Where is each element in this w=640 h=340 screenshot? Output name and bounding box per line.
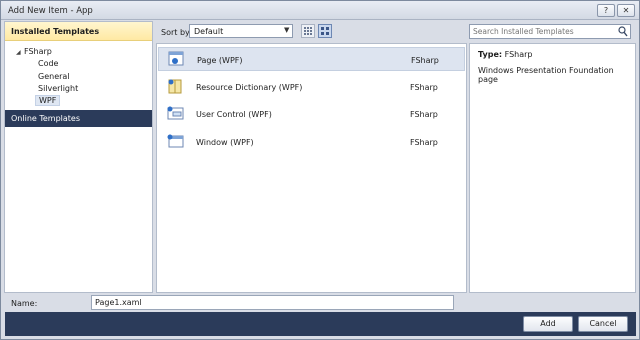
help-button[interactable]: ?: [597, 4, 615, 17]
cancel-button[interactable]: Cancel: [578, 316, 628, 332]
installed-templates-header[interactable]: Installed Templates: [5, 22, 152, 41]
title-bar[interactable]: Add New Item - App ? ✕: [1, 1, 639, 20]
template-categories-pane: Installed Templates ◢ FSharp Code Genera…: [4, 21, 153, 293]
search-templates-input[interactable]: [473, 26, 613, 37]
online-templates-label: Online Templates: [11, 114, 81, 123]
template-name: User Control (WPF): [196, 110, 272, 119]
template-row-page-wpf[interactable]: Page (WPF) FSharp: [158, 47, 465, 71]
tree-item-silverlight[interactable]: Silverlight: [38, 84, 78, 93]
search-templates-box[interactable]: [469, 24, 631, 39]
name-field[interactable]: [91, 295, 454, 310]
template-list: Page (WPF) FSharp Resource Dictionary (W…: [156, 43, 467, 293]
wpf-page-icon: [168, 51, 184, 66]
template-row-resource-dictionary[interactable]: Resource Dictionary (WPF) FSharp: [158, 75, 465, 99]
template-language: FSharp: [410, 138, 438, 147]
list-view-button[interactable]: [301, 24, 315, 38]
search-icon[interactable]: [618, 26, 628, 37]
close-button[interactable]: ✕: [617, 4, 635, 17]
grid-view-icon: [321, 27, 329, 35]
template-toolbar: Sort by: Default ▼: [156, 21, 636, 42]
installed-templates-label: Installed Templates: [11, 27, 100, 36]
window-title: Add New Item - App: [8, 6, 93, 16]
resource-dictionary-icon: [168, 79, 182, 94]
grid-view-button[interactable]: [318, 24, 332, 38]
name-label: Name:: [11, 299, 38, 308]
chevron-down-icon: ▼: [284, 26, 290, 34]
wpf-window-icon: [167, 134, 184, 148]
tree-item-fsharp[interactable]: FSharp: [24, 47, 52, 56]
template-row-window-wpf[interactable]: Window (WPF) FSharp: [158, 130, 465, 154]
template-type: Type: FSharp: [478, 50, 533, 59]
template-name: Page (WPF): [197, 56, 243, 65]
add-button[interactable]: Add: [523, 316, 573, 332]
sort-by-value: Default: [194, 27, 224, 36]
template-description: Windows Presentation Foundation page: [478, 66, 614, 84]
list-view-icon: [304, 27, 312, 35]
online-templates-header[interactable]: Online Templates: [5, 110, 152, 127]
tree-item-general[interactable]: General: [38, 72, 70, 81]
template-language: FSharp: [410, 110, 438, 119]
tree-item-code[interactable]: Code: [38, 59, 58, 68]
sort-by-label: Sort by:: [161, 28, 192, 37]
template-language: FSharp: [410, 83, 438, 92]
template-row-user-control[interactable]: User Control (WPF) FSharp: [158, 102, 465, 126]
tree-item-wpf[interactable]: WPF: [35, 95, 61, 106]
type-value: FSharp: [504, 50, 533, 59]
add-new-item-dialog: Add New Item - App ? ✕ Installed Templat…: [0, 0, 640, 340]
type-label: Type:: [478, 50, 503, 59]
dialog-footer: Add Cancel: [5, 312, 636, 336]
template-name: Window (WPF): [196, 138, 254, 147]
template-name: Resource Dictionary (WPF): [196, 83, 303, 92]
template-details-pane: Type: FSharp Windows Presentation Founda…: [469, 43, 636, 293]
user-control-icon: [167, 106, 184, 120]
template-language: FSharp: [411, 56, 439, 65]
sort-by-dropdown[interactable]: Default ▼: [189, 24, 293, 38]
expand-triangle-icon[interactable]: ◢: [16, 49, 21, 56]
